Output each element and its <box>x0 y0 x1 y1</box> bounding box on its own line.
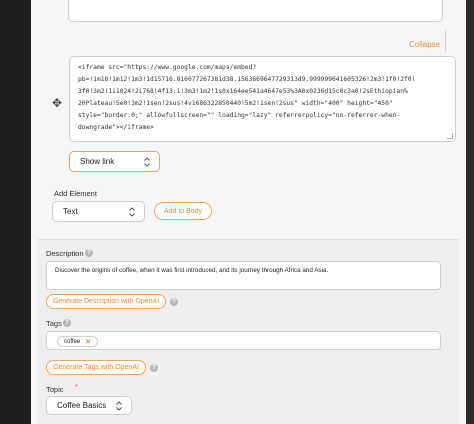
right-scrollbar-track[interactable] <box>466 0 474 424</box>
required-mark: * <box>75 384 78 391</box>
section-grip <box>445 30 449 52</box>
embed-code-textarea[interactable]: <iframe src="https://www.google.com/maps… <box>69 56 456 142</box>
chevron-up-down-icon <box>129 206 135 217</box>
code-line: pb=!1m18!1m12!1m3!1d15716.816077267381d3… <box>78 76 416 83</box>
question-circle-icon[interactable]: ? <box>170 298 178 306</box>
question-circle-icon[interactable]: ? <box>63 319 71 327</box>
add-to-body-button[interactable]: Add to Body <box>154 202 212 220</box>
resize-handle-icon[interactable] <box>447 133 453 139</box>
question-circle-icon[interactable]: ? <box>150 364 158 372</box>
show-link-value: Show link <box>80 157 115 166</box>
topic-select[interactable]: Coffee Basics <box>46 396 132 415</box>
tag-chip: coffee ✕ <box>57 336 99 347</box>
tags-label: Tags <box>46 319 62 328</box>
code-line: downgrade"></iframe> <box>78 124 154 131</box>
add-element-label: Add Element <box>54 189 97 198</box>
tag-label: coffee <box>64 338 81 345</box>
description-label: Description <box>46 249 84 258</box>
code-line: 20Plateau!5e0!3m2!1sen!2sus!4v1686322850… <box>78 100 393 107</box>
chevron-up-down-icon <box>144 156 150 167</box>
element-type-value: Text <box>63 207 78 216</box>
code-line: 3f0!3m2!1i1024!2i768!4f13.1!3m3!1m2!1s0x… <box>78 88 408 95</box>
left-sidebar <box>0 0 31 424</box>
topic-label: Topic <box>46 385 64 394</box>
move-handle-icon[interactable]: ✥ <box>52 97 62 109</box>
previous-textarea[interactable] <box>68 0 443 22</box>
show-link-select[interactable]: Show link <box>69 151 160 172</box>
description-value: Discover the origins of coffee, when it … <box>55 267 329 274</box>
question-circle-icon[interactable]: ? <box>85 249 93 257</box>
close-icon[interactable]: ✕ <box>85 338 91 346</box>
description-textarea[interactable]: Discover the origins of coffee, when it … <box>46 261 441 290</box>
chevron-up-down-icon <box>116 400 122 411</box>
code-line: <iframe src="https://www.google.com/maps… <box>78 64 257 71</box>
topic-value: Coffee Basics <box>57 401 107 410</box>
collapse-link[interactable]: Collapse <box>409 40 440 49</box>
element-type-select[interactable]: Text <box>52 201 145 222</box>
generate-description-button[interactable]: Generate Description with OpenAI <box>46 294 166 309</box>
code-line: style="border:0;" allowfullscreen="" loa… <box>78 112 401 119</box>
generate-tags-button[interactable]: Generate Tags with OpenAI <box>46 360 146 375</box>
tags-input[interactable]: coffee ✕ <box>46 331 441 350</box>
